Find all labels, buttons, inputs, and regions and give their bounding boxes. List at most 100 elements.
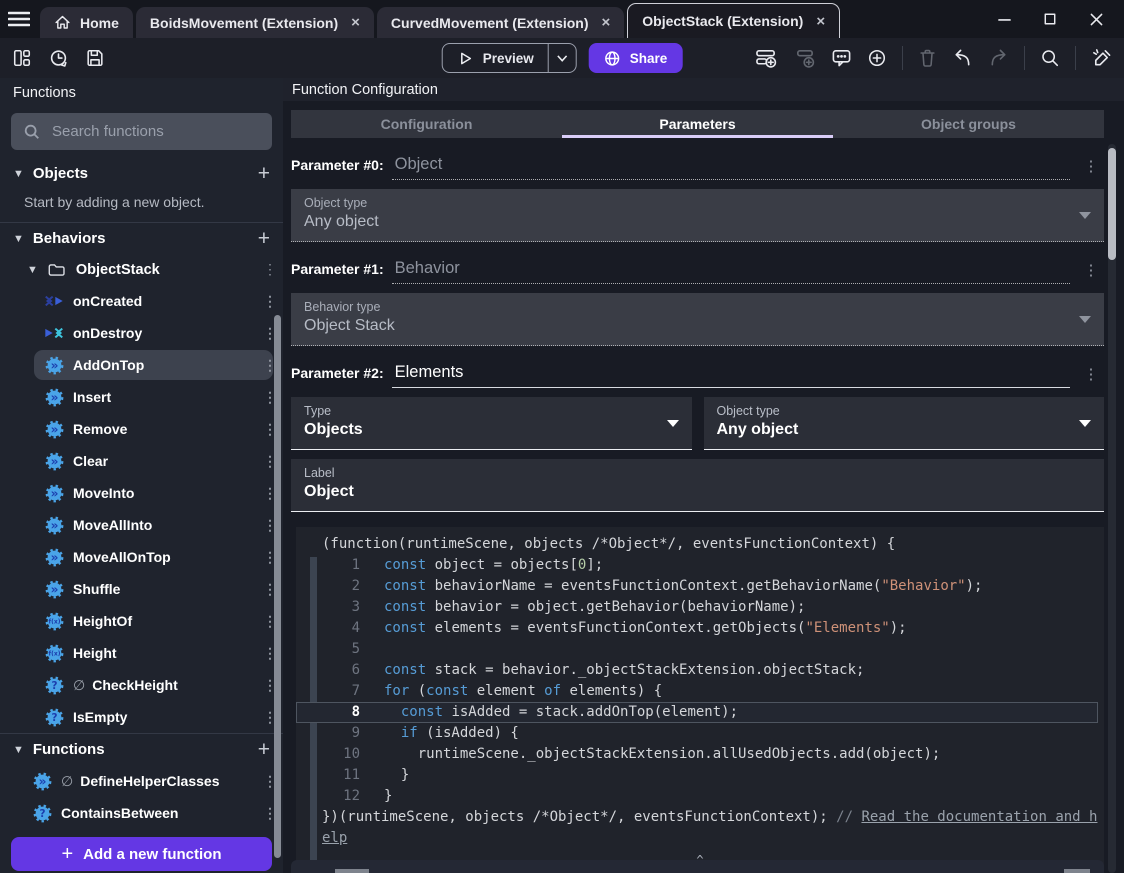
close-button[interactable] (1080, 6, 1112, 32)
redo-button[interactable] (988, 48, 1009, 68)
code-line-12[interactable]: 12} (296, 786, 1098, 807)
parameter-2-object-type-select[interactable]: Object type Any object (703, 397, 1104, 450)
parameter-0-menu-button[interactable]: ⋮ (1078, 157, 1104, 180)
sidebar-item-moveinto[interactable]: » MoveInto ⋮ (0, 477, 283, 509)
trash-button[interactable] (918, 48, 937, 68)
sidebar-item-moveallinto[interactable]: » MoveAllInto ⋮ (0, 509, 283, 541)
item-menu-button[interactable]: ⋮ (257, 293, 283, 310)
add-behavior-button[interactable]: + (258, 228, 270, 249)
sidebar-scrollbar[interactable] (274, 315, 281, 858)
sidebar-item-definehelperclasses[interactable]: » ∅ DefineHelperClasses ⋮ (0, 765, 283, 797)
parameter-0-object-type-select[interactable]: Object type Any object (291, 189, 1104, 242)
sidebar-item-checkheight[interactable]: ? ∅ CheckHeight ⋮ (0, 669, 283, 701)
tab-object-groups[interactable]: Object groups (833, 110, 1104, 138)
sidebar-item-heightof[interactable]: f(x) HeightOf ⋮ (0, 605, 283, 637)
add-object-button[interactable]: + (258, 163, 270, 184)
sidebar-section-behaviors[interactable]: ▼ Behaviors + (0, 223, 283, 254)
sidebar-item-isempty[interactable]: ? IsEmpty ⋮ (0, 701, 283, 733)
add-circle-button[interactable] (867, 48, 887, 68)
preview-split-button: Preview (441, 43, 577, 73)
code-line-8[interactable]: 8 const isAdded = stack.addOnTop(element… (296, 702, 1098, 723)
parameter-0-name-input[interactable] (391, 155, 1070, 180)
sidebar-section-functions[interactable]: ▼ Functions + (0, 734, 283, 765)
titlebar: Home BoidsMovement (Extension) × CurvedMove… (0, 0, 1124, 38)
code-line-7[interactable]: 7 for (const element of elements) { (296, 681, 1098, 702)
code-line-1[interactable]: 1 const object = objects[0]; (296, 555, 1098, 576)
sidebar-item-addontop[interactable]: » AddOnTop ⋮ (0, 349, 283, 381)
panels-button[interactable] (12, 48, 32, 68)
code-line-11[interactable]: 11 } (296, 765, 1098, 786)
sidebar-section-objects[interactable]: ▼ Objects + (0, 158, 283, 189)
history-button[interactable] (48, 48, 69, 69)
save-button[interactable] (85, 48, 105, 68)
plus-icon: + (61, 842, 74, 865)
tab-curvedmovement-extension[interactable]: CurvedMovement (Extension) × (376, 7, 625, 38)
parameter-2-type-select[interactable]: Type Objects (291, 397, 692, 450)
minimize-button[interactable] (988, 6, 1020, 32)
action-icon: » (44, 387, 64, 407)
add-new-function-button[interactable]: + Add a new function (11, 837, 272, 871)
add-event-icon (755, 48, 778, 69)
javascript-code-editor[interactable]: (function(runtimeScene, objects /*Object… (296, 527, 1104, 873)
behavior-group-objectstack[interactable]: ▼ ObjectStack ⋮ (0, 254, 283, 285)
code-line-3[interactable]: 3 const behavior = object.getBehavior(beh… (296, 597, 1098, 618)
condition-icon: ? (44, 707, 64, 727)
close-tab-icon[interactable]: × (816, 13, 825, 30)
item-menu-button[interactable]: ⋮ (257, 261, 283, 278)
tab-boidsmovement-extension[interactable]: BoidsMovement (Extension) × (135, 7, 374, 38)
search-input[interactable] (52, 123, 260, 140)
code-line-6[interactable]: 6 const stack = behavior._objectStackExte… (296, 660, 1098, 681)
search-button[interactable] (1040, 48, 1060, 68)
parameter-1-menu-button[interactable]: ⋮ (1078, 261, 1104, 284)
sidebar-item-oncreated[interactable]: onCreated ⋮ (0, 285, 283, 317)
add-comment-button[interactable] (831, 48, 852, 68)
tab-parameters[interactable]: Parameters (562, 110, 833, 138)
share-button[interactable]: Share (588, 43, 683, 73)
trash-icon (918, 48, 937, 68)
sidebar-item-ondestroy[interactable]: onDestroy ⋮ (0, 317, 283, 349)
sidebar-item-clear[interactable]: » Clear ⋮ (0, 445, 283, 477)
add-comment-icon (831, 48, 852, 68)
sidebar-item-shuffle[interactable]: » Shuffle ⋮ (0, 573, 283, 605)
private-icon: ∅ (61, 772, 74, 789)
main-scrollbar[interactable] (1108, 148, 1116, 260)
add-free-function-button[interactable]: + (258, 739, 270, 760)
chevron-down-icon (1079, 316, 1091, 323)
preview-button[interactable]: Preview (443, 44, 548, 72)
sidebar-item-height[interactable]: f(x) Height ⋮ (0, 637, 283, 669)
undo-button[interactable] (952, 48, 973, 68)
parameter-1-behavior-type-select[interactable]: Behavior type Object Stack (291, 293, 1104, 346)
code-line-2[interactable]: 2 const behaviorName = eventsFunctionCont… (296, 576, 1098, 597)
collapse-caret-icon: ▼ (13, 232, 24, 245)
sidebar-item-remove[interactable]: » Remove ⋮ (0, 413, 283, 445)
tab-objectstack-extension[interactable]: ObjectStack (Extension) × (627, 3, 841, 38)
parameter-2-name-input[interactable] (391, 363, 1070, 388)
tab-home[interactable]: Home (40, 7, 133, 38)
history-icon (48, 48, 69, 69)
code-line-5[interactable]: 5 (296, 639, 1098, 660)
sidebar-item-containsbetween[interactable]: ? ContainsBetween ⋮ (0, 797, 283, 829)
add-subevent-button[interactable] (793, 48, 816, 69)
parameter-2-label-field[interactable]: Label Object (291, 459, 1104, 512)
close-tab-icon[interactable]: × (351, 14, 360, 31)
add-event-button[interactable] (755, 48, 778, 69)
maximize-button[interactable] (1034, 6, 1066, 32)
code-line-4[interactable]: 4 const elements = eventsFunctionContext.… (296, 618, 1098, 639)
parameter-1-name-input[interactable] (391, 259, 1070, 284)
tab-configuration[interactable]: Configuration (291, 110, 562, 138)
condition-icon: ? (32, 803, 52, 823)
globe-icon (604, 50, 621, 67)
parameter-2-menu-button[interactable]: ⋮ (1078, 365, 1104, 388)
code-line-9[interactable]: 9 if (isAdded) { (296, 723, 1098, 744)
home-icon (54, 14, 71, 31)
close-tab-icon[interactable]: × (602, 14, 611, 31)
code-line-10[interactable]: 10 runtimeScene._objectStackExtension.al… (296, 744, 1098, 765)
menu-button[interactable] (0, 0, 38, 38)
preview-dropdown-button[interactable] (547, 44, 576, 72)
sidebar-item-insert[interactable]: » Insert ⋮ (0, 381, 283, 413)
sidebar-item-moveallontop[interactable]: » MoveAllOnTop ⋮ (0, 541, 283, 573)
edit-extension-button[interactable] (1091, 48, 1112, 68)
code-lines[interactable]: 1 const object = objects[0]; 2 const behavi… (296, 555, 1098, 807)
collapse-caret-icon: ▼ (27, 263, 38, 276)
item-label: MoveAllInto (73, 517, 153, 533)
